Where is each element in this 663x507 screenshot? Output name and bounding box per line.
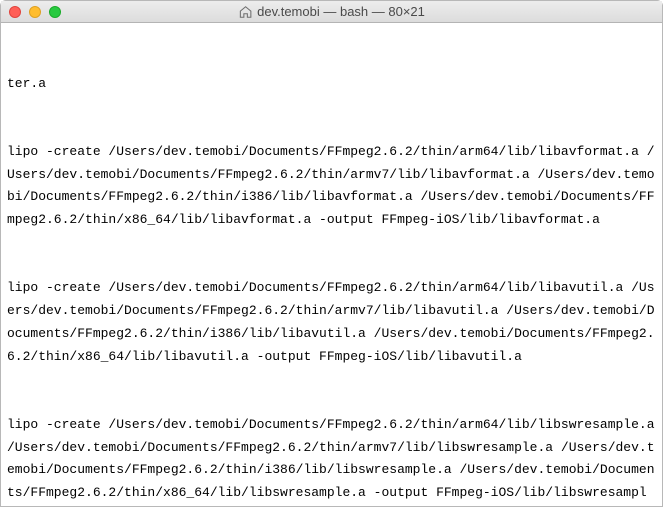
home-icon (238, 5, 252, 19)
traffic-lights (9, 6, 61, 18)
window-titlebar: dev.temobi — bash — 80×21 (1, 1, 662, 23)
terminal-line: lipo -create /Users/dev.temobi/Documents… (7, 414, 656, 506)
maximize-button[interactable] (49, 6, 61, 18)
terminal-output[interactable]: ter.a lipo -create /Users/dev.temobi/Doc… (1, 23, 662, 506)
terminal-line: lipo -create /Users/dev.temobi/Documents… (7, 277, 656, 368)
minimize-button[interactable] (29, 6, 41, 18)
close-button[interactable] (9, 6, 21, 18)
terminal-line: ter.a (7, 73, 656, 96)
window-title: dev.temobi — bash — 80×21 (257, 4, 425, 19)
window-title-area: dev.temobi — bash — 80×21 (238, 4, 425, 19)
terminal-line: lipo -create /Users/dev.temobi/Documents… (7, 141, 656, 232)
